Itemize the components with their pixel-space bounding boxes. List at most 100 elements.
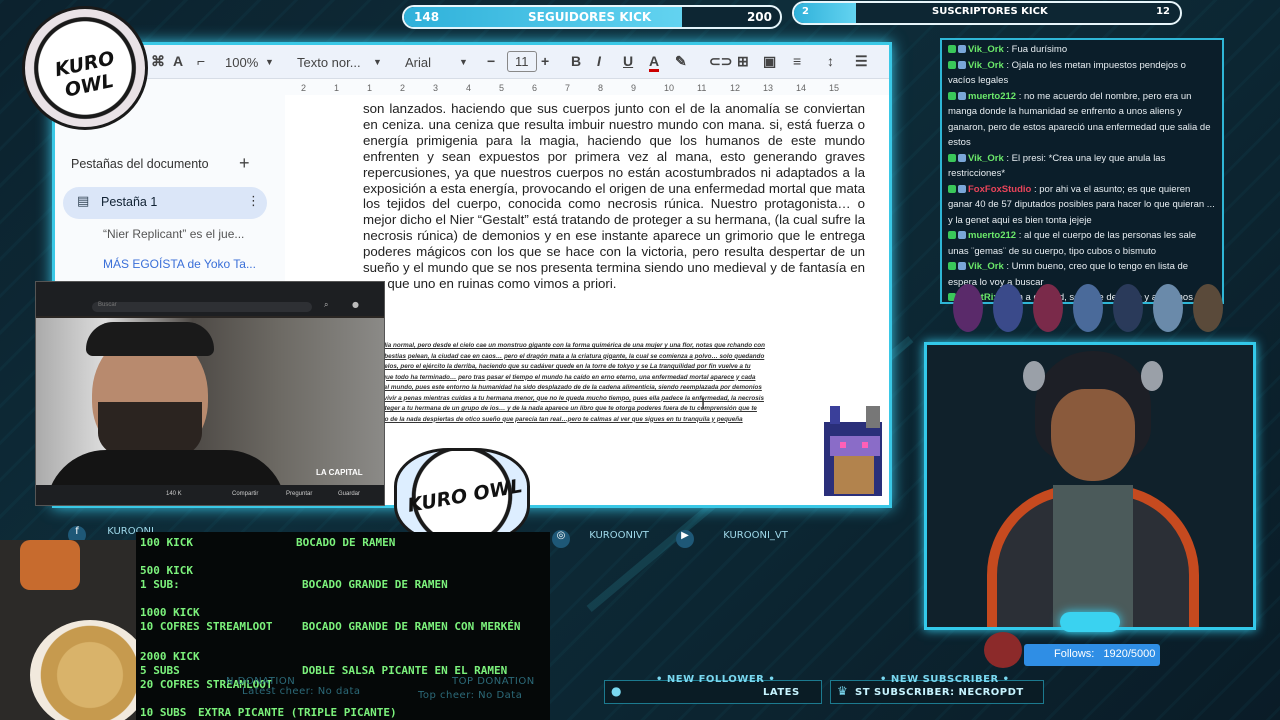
kick-badge-icon <box>948 91 956 100</box>
ask-button[interactable]: Preguntar <box>286 491 312 497</box>
underline-icon[interactable]: U <box>623 53 633 69</box>
line-spacing-icon[interactable]: ↕ <box>827 53 834 69</box>
save-button[interactable]: Guardar <box>338 491 360 497</box>
followers-current: 148 <box>414 10 440 24</box>
chat-username[interactable]: Vik_Ork <box>968 153 1004 164</box>
chip-bags <box>20 540 80 590</box>
style-select[interactable]: Texto nor... <box>297 55 361 70</box>
chat-message: Vik_Ork : Fua durísimo <box>948 42 1216 58</box>
ruler-tick: 1 <box>334 83 340 93</box>
text-color-icon[interactable]: A <box>649 53 660 72</box>
like-count[interactable]: 140 K <box>166 491 182 497</box>
moderator-badge-icon <box>958 231 966 239</box>
zoom-chevron-icon[interactable]: ▼ <box>265 57 274 67</box>
ruler-tick: 10 <box>664 83 675 93</box>
tab-pestana-1[interactable]: ▤ Pestaña 1 ⋮ <box>63 187 267 219</box>
italic-icon[interactable]: I <box>597 53 601 69</box>
ruler-tick: 9 <box>631 83 637 93</box>
logo-wordmark: KURO OWL <box>52 47 117 102</box>
decrease-font-icon[interactable]: − <box>487 53 495 69</box>
menu-requirement: 1000 kick 10 cofres streamloot <box>140 606 273 633</box>
document-ruler: 2 1 1 2 3 4 5 6 7 8 9 10 11 12 13 14 15 <box>285 81 889 95</box>
chat-username[interactable]: Vik_Ork <box>968 261 1004 272</box>
menu-requirement: 100 KICK <box>140 536 193 549</box>
editor-toolbar: ⌘ A ⌐ 100% ▼ Texto nor... ▼ Arial ▼ − 11… <box>55 45 889 79</box>
ruler-tick: 11 <box>697 83 707 93</box>
instagram-icon: ◎ <box>552 530 570 548</box>
video-search-input[interactable]: Buscar <box>92 302 312 312</box>
add-tab-button[interactable]: + <box>239 153 250 174</box>
ruler-tick: 12 <box>730 83 741 93</box>
outline-title: Pestañas del documento <box>71 157 209 171</box>
follows-value: 1920/5000 <box>1103 648 1156 660</box>
moderator-badge-icon <box>958 45 966 53</box>
ruler-tick: 7 <box>565 83 571 93</box>
new-subscriber-label: • NEW SUBSCRIBER • <box>880 674 1010 685</box>
moderator-badge-icon <box>958 262 966 270</box>
moderator-badge-icon <box>958 91 966 100</box>
chibi-figure <box>993 284 1023 332</box>
subs-goal-target: 12 <box>1156 6 1170 17</box>
highlight-icon[interactable]: ✎ <box>675 53 687 70</box>
video-actions-bar: 140 K Compartir Preguntar Guardar <box>36 485 384 505</box>
notification-icon[interactable]: ● <box>352 300 359 309</box>
channel-watermark: LA CAPITAL <box>316 468 363 477</box>
subs-goal-bar: 2 SUSCRIPTORES KICK 12 <box>792 1 1182 25</box>
align-icon[interactable]: ≡ <box>793 53 801 69</box>
top-donation-label: TOP DONATION <box>452 676 535 687</box>
chat-username[interactable]: FoxFoxStudio <box>968 184 1031 195</box>
avatar-horn-left <box>1023 361 1045 391</box>
outline-link-1[interactable]: “Nier Replicant” es el jue... <box>103 227 244 241</box>
menu-requirement: 10 subs <box>140 706 187 719</box>
followers-goal-label: SEGUIDORES KICK <box>528 10 652 24</box>
subs-current: 2 <box>802 6 809 17</box>
font-size-input[interactable]: 11 <box>507 51 537 72</box>
follows-counter: Follows: 1920/5000 <box>1024 644 1160 666</box>
menu-requirement: 500 kick 1 sub: <box>140 564 193 591</box>
increase-font-icon[interactable]: + <box>541 53 549 69</box>
chat-message: muerto212 : no me acuerdo del nombre, pe… <box>948 89 1216 151</box>
zoom-select[interactable]: 100% <box>225 55 258 70</box>
top-cheer-label: Top cheer: No Data <box>418 690 523 701</box>
style-chevron-icon[interactable]: ▼ <box>373 57 382 67</box>
latest-follower-label: LATES <box>763 687 800 698</box>
format-painter-icon[interactable]: ⌐ <box>197 53 205 69</box>
social-instagram[interactable]: ◎ KUROONIVT <box>552 530 649 548</box>
image-icon[interactable]: ▣ <box>763 53 776 70</box>
bold-icon[interactable]: B <box>571 53 581 69</box>
video-search-icon[interactable]: ⌕ <box>324 300 328 310</box>
link-icon[interactable]: ⊂⊃ <box>709 53 732 70</box>
chat-username[interactable]: Vik_Ork <box>968 44 1004 55</box>
chat-username[interactable]: muerto212 <box>968 230 1016 241</box>
chibi-figure <box>1193 284 1223 332</box>
ruler-tick: 14 <box>796 83 807 93</box>
outline-link-2[interactable]: MÁS EGOÍSTA de Yoko Ta... <box>103 257 256 271</box>
chibi-figure <box>1113 284 1143 332</box>
chat-username[interactable]: muerto212 <box>968 91 1016 102</box>
chat-username[interactable]: Vik_Ork <box>968 60 1004 71</box>
chibi-characters <box>953 284 1223 332</box>
chat-message: Vik_Ork : Ojala no les metan impuestos p… <box>948 58 1216 89</box>
kick-badge-icon <box>948 60 956 69</box>
document-tab-icon: ▤ <box>77 194 90 209</box>
ruler-tick: 8 <box>598 83 604 93</box>
share-button[interactable]: Compartir <box>232 491 258 497</box>
spellcheck-icon[interactable]: A <box>173 53 183 69</box>
document-paragraph[interactable]: son lanzados. haciendo que sus cuerpos j… <box>363 101 865 292</box>
paint-format-icon[interactable]: ⌘ <box>151 53 165 70</box>
moderator-badge-icon <box>958 184 966 193</box>
menu-reward: Bocado de ramen <box>296 536 396 549</box>
chat-text: : Fua durísimo <box>1003 44 1068 55</box>
tab-more-icon[interactable]: ⋮ <box>247 194 260 209</box>
person-cap <box>86 322 214 356</box>
ramen-photo <box>0 540 150 720</box>
followers-goal-bar: 148 SEGUIDORES KICK 200 <box>402 5 782 29</box>
social-youtube[interactable]: ▶ KUROONI_VT <box>676 530 788 548</box>
font-chevron-icon[interactable]: ▼ <box>459 57 468 67</box>
checklist-icon[interactable]: ☰ <box>855 53 868 70</box>
comment-icon[interactable]: ⊞ <box>737 53 749 70</box>
font-select[interactable]: Arial <box>405 55 431 70</box>
kuro-owl-logo-center: KURO OWL <box>394 448 530 544</box>
kick-badge-icon <box>948 184 956 193</box>
ramen-bowl <box>30 620 150 720</box>
